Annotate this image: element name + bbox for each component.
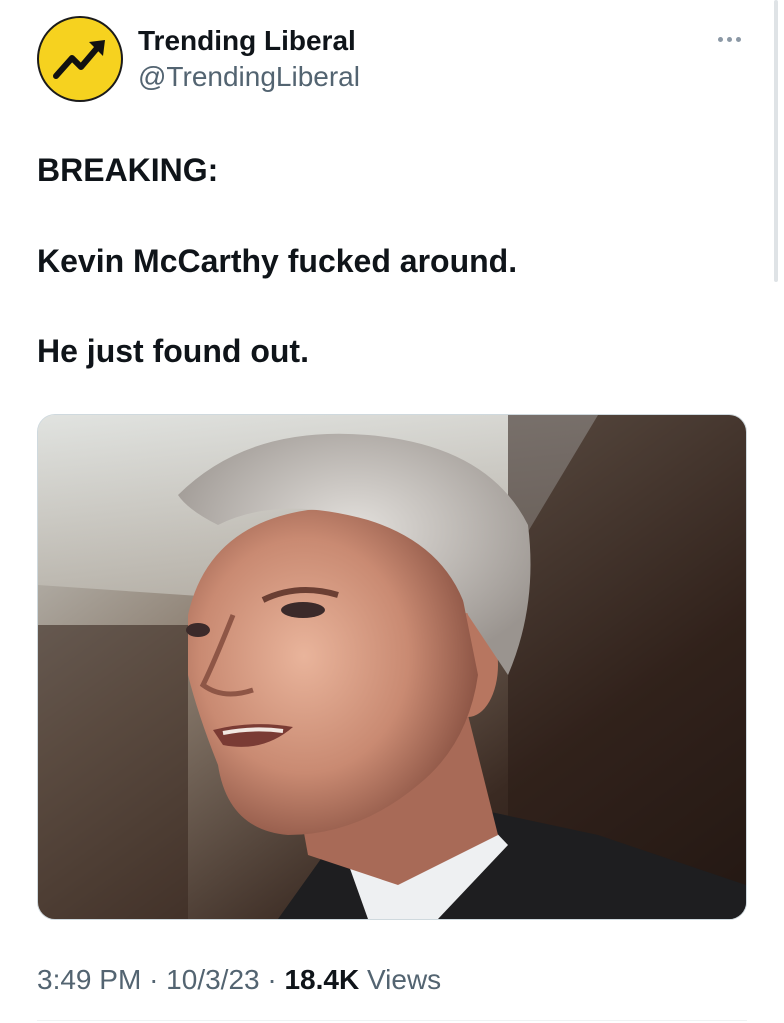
- tweet-date[interactable]: 10/3/23: [166, 964, 259, 995]
- tweet-text-line: Kevin McCarthy fucked around.: [37, 243, 518, 279]
- views-count: 18.4K: [284, 964, 360, 995]
- divider: [37, 1020, 747, 1021]
- views-label: Views: [366, 964, 442, 995]
- tweet-meta: 3:49 PM · 10/3/23 · 18.4K Views: [37, 963, 441, 997]
- more-icon[interactable]: [710, 26, 750, 50]
- tweet-photo[interactable]: [37, 414, 747, 920]
- tweet-time[interactable]: 3:49 PM: [37, 964, 141, 995]
- meta-separator: ·: [267, 964, 277, 995]
- tweet-text-line: He just found out.: [37, 333, 309, 369]
- portrait-photo: [38, 415, 746, 919]
- meta-separator: ·: [149, 964, 159, 995]
- scrollbar[interactable]: [774, 0, 778, 282]
- tweet: Trending Liberal @TrendingLiberal BREAKI…: [0, 0, 784, 1023]
- author-name[interactable]: Trending Liberal: [138, 24, 356, 58]
- tweet-text-line: BREAKING:: [37, 152, 219, 188]
- trending-up-arrow-icon: [53, 40, 105, 79]
- author-avatar[interactable]: [37, 16, 123, 102]
- author-handle[interactable]: @TrendingLiberal: [138, 60, 360, 94]
